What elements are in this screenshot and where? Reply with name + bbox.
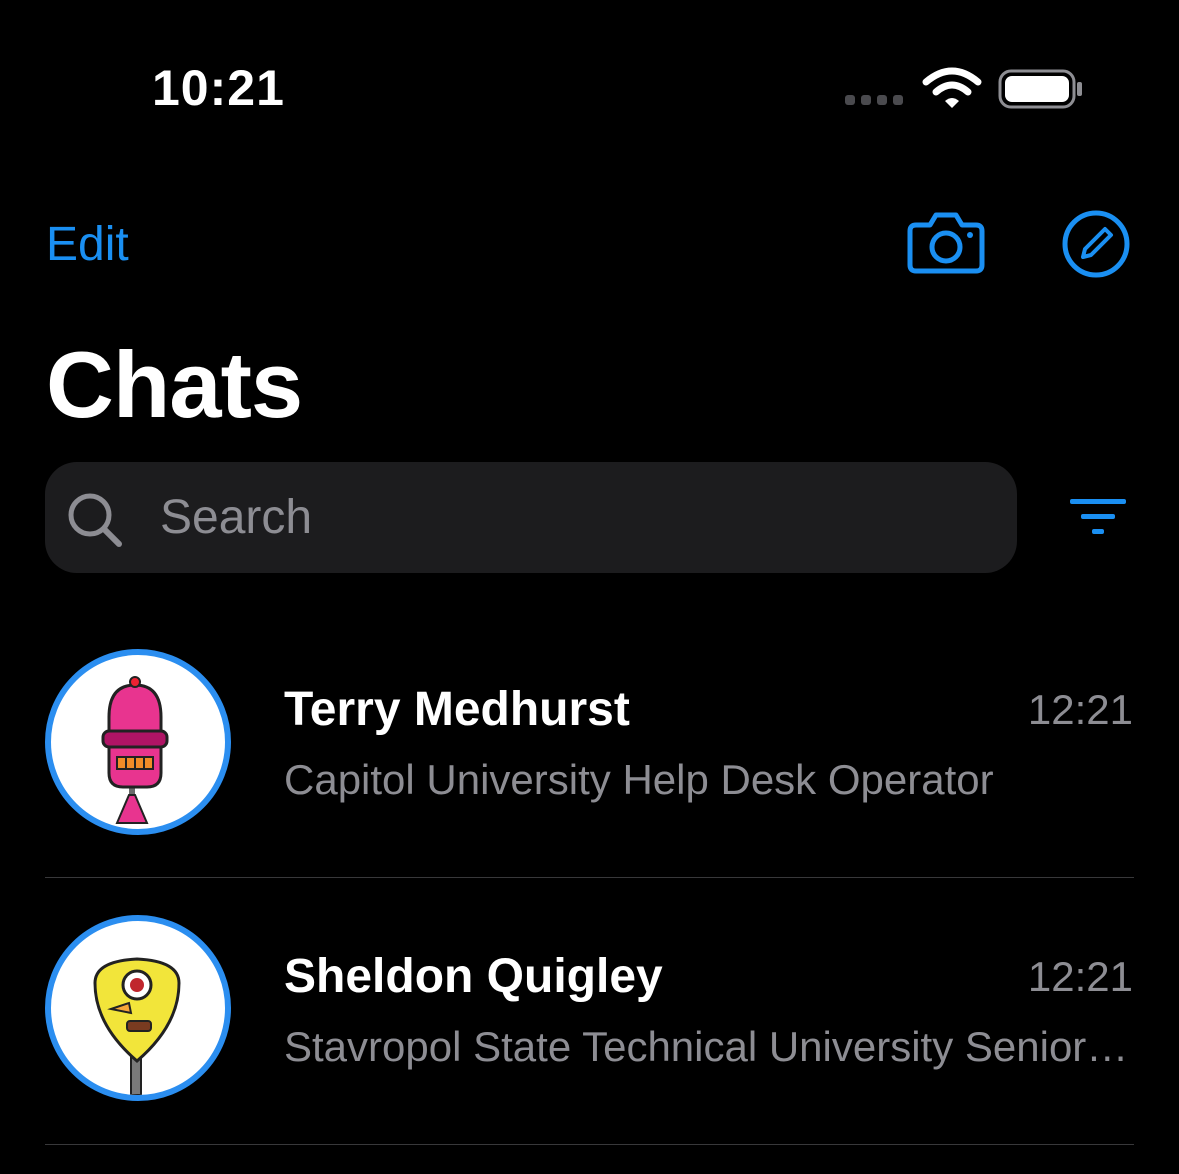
- camera-icon[interactable]: [906, 211, 986, 275]
- battery-icon: [998, 69, 1082, 109]
- row-divider: [45, 1144, 1134, 1145]
- page-title: Chats: [46, 332, 303, 437]
- chat-preview: Capitol University Help Desk Operator: [284, 756, 994, 803]
- pink-robot-avatar: [101, 676, 169, 824]
- yellow-robot-avatar: [93, 957, 181, 1095]
- status-time: 10:21: [152, 60, 285, 116]
- edit-button[interactable]: Edit: [46, 215, 129, 275]
- chat-name: Terry Medhurst: [284, 683, 630, 736]
- compose-icon[interactable]: [1061, 209, 1131, 279]
- avatar[interactable]: [45, 915, 231, 1101]
- chat-time: 12:21: [1027, 686, 1133, 733]
- cellular-signal-icon: [845, 95, 903, 105]
- row-divider: [45, 877, 1134, 878]
- search-icon: [68, 493, 122, 547]
- wifi-icon: [922, 67, 982, 108]
- avatar[interactable]: [45, 649, 231, 835]
- filter-icon[interactable]: [1068, 496, 1128, 538]
- search-input[interactable]: [160, 480, 980, 554]
- chat-name: Sheldon Quigley: [284, 950, 663, 1003]
- chat-preview: Stavropol State Technical University Sen…: [284, 1023, 1132, 1070]
- chat-time: 12:21: [1027, 953, 1133, 1000]
